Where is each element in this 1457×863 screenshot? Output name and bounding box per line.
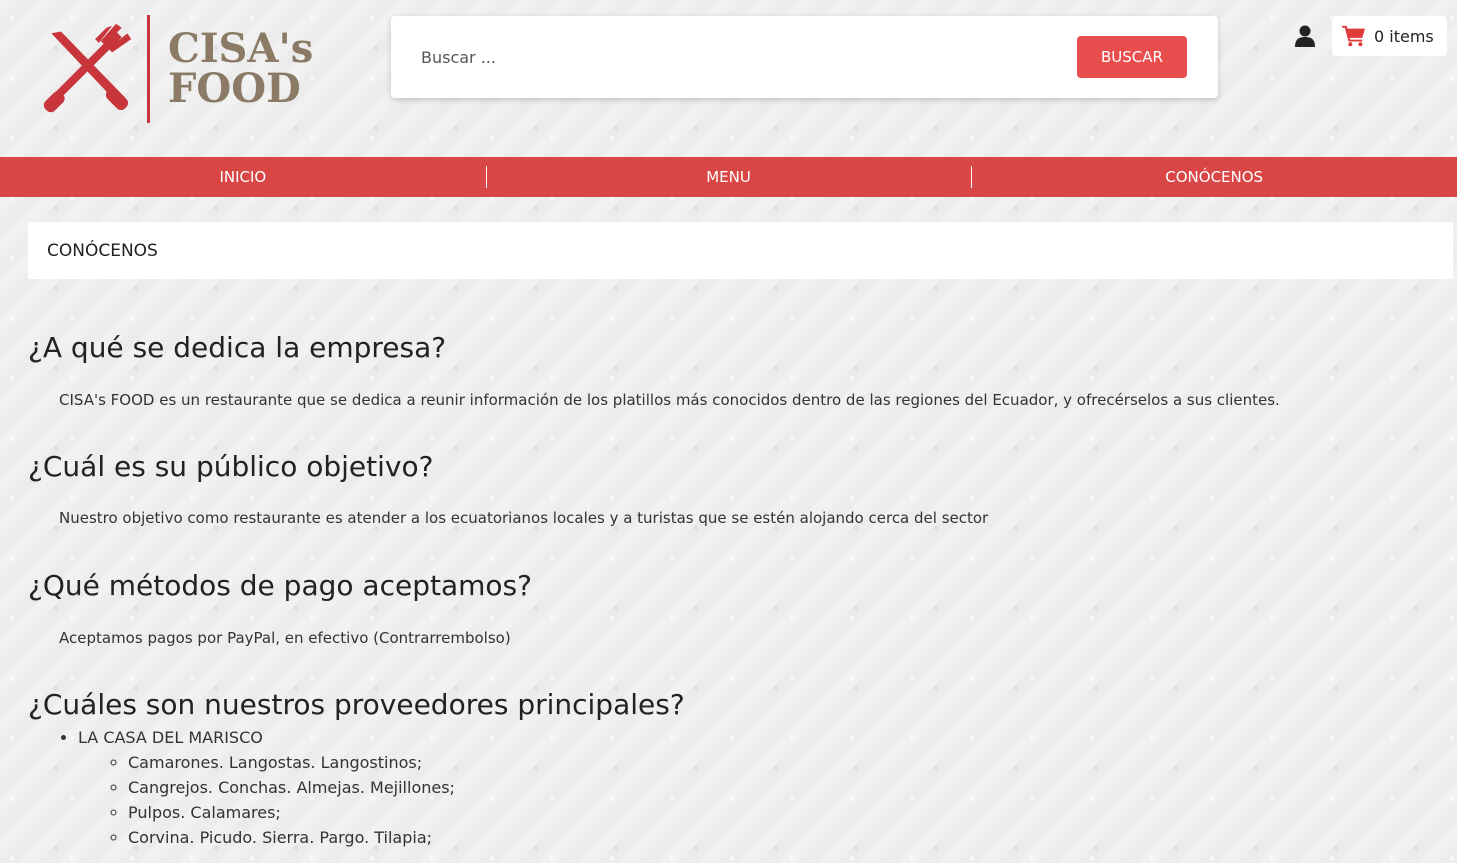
product-item: Pulpos. Calamares; <box>128 800 685 825</box>
section-heading: ¿Cuáles son nuestros proveedores princip… <box>28 688 685 721</box>
nav-item-conocenos[interactable]: CONÓCENOS <box>971 157 1457 197</box>
product-item: Camarones. Langostas. Langostinos; <box>128 750 685 775</box>
section-heading: ¿A qué se dedica la empresa? <box>28 331 447 364</box>
section-audience: ¿Cuál es su público objetivo? Nuestro ob… <box>28 447 988 530</box>
cart-icon <box>1342 25 1365 47</box>
section-payment: ¿Qué métodos de pago aceptamos? Aceptamo… <box>28 566 532 650</box>
section-heading: ¿Cuál es su público objetivo? <box>28 450 434 483</box>
provider-name: LA CASA DEL MARISCO <box>78 728 263 747</box>
cart-count: 0 items <box>1374 26 1434 46</box>
page-title: CONÓCENOS <box>47 240 158 261</box>
nav-item-inicio[interactable]: INICIO <box>0 157 486 197</box>
site-header: CISA's FOOD BUSCAR 0 items <box>0 0 1457 157</box>
page-title-bar: CONÓCENOS <box>28 222 1453 279</box>
section-business: ¿A qué se dedica la empresa? CISA's FOOD… <box>28 328 1280 412</box>
product-item: Cangrejos. Conchas. Almejas. Mejillones; <box>128 775 685 800</box>
logo-divider <box>147 15 150 123</box>
providers-list: LA CASA DEL MARISCO Camarones. Langostas… <box>28 725 685 850</box>
search-input[interactable] <box>411 37 1051 77</box>
product-item: Corvina. Picudo. Sierra. Pargo. Tilapia; <box>128 825 685 850</box>
logo-line-1: CISA's <box>168 25 314 72</box>
logo-line-2: FOOD <box>168 65 301 112</box>
logo[interactable]: CISA's FOOD <box>40 14 330 124</box>
section-heading: ¿Qué métodos de pago aceptamos? <box>28 569 532 602</box>
search-box: BUSCAR <box>391 16 1218 98</box>
user-icon[interactable] <box>1293 24 1317 48</box>
main-nav: INICIO MENU CONÓCENOS <box>0 157 1457 197</box>
provider-item: LA CASA DEL MARISCO Camarones. Langostas… <box>78 725 685 850</box>
section-text: Nuestro objetivo como restaurante es ate… <box>59 509 989 527</box>
section-text: Aceptamos pagos por PayPal, en efectivo … <box>59 629 511 647</box>
cart-button[interactable]: 0 items <box>1332 16 1447 56</box>
fork-knife-icon <box>43 23 132 112</box>
section-providers: ¿Cuáles son nuestros proveedores princip… <box>28 685 685 850</box>
nav-item-menu[interactable]: MENU <box>485 157 972 197</box>
search-button[interactable]: BUSCAR <box>1077 36 1187 78</box>
section-text: CISA's FOOD es un restaurante que se ded… <box>59 391 1280 409</box>
logo-text: CISA's FOOD <box>168 29 313 109</box>
provider-products: Camarones. Langostas. Langostinos; Cangr… <box>78 750 685 850</box>
